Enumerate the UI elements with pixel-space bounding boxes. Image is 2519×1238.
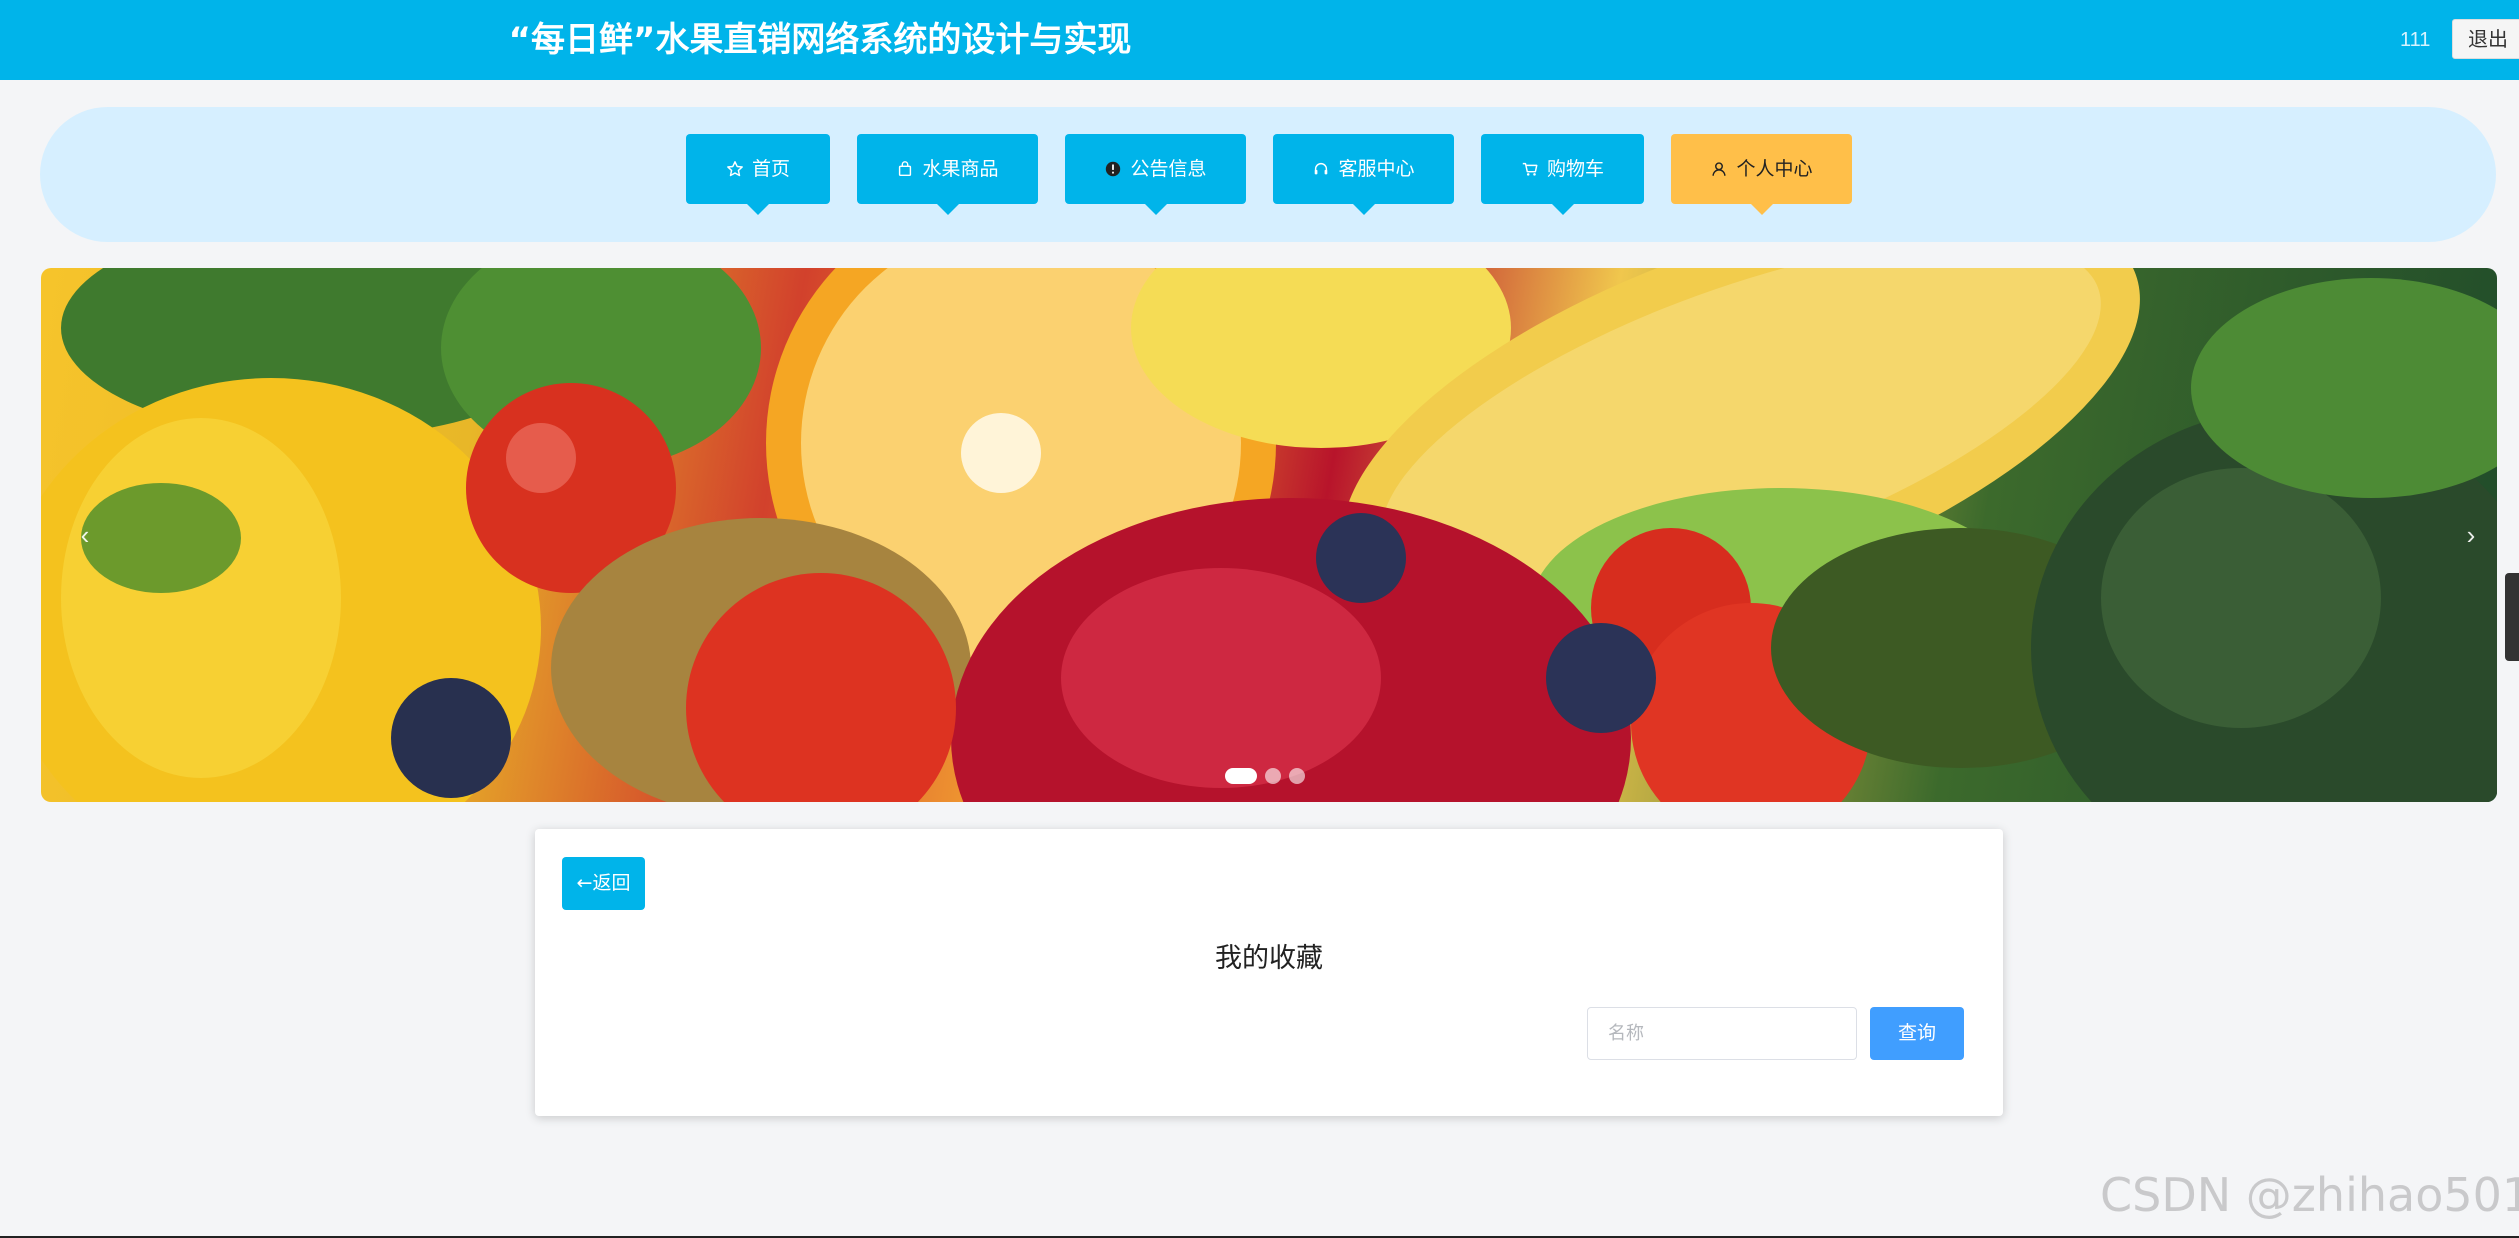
nav-item-label: 客服中心 (1338, 158, 1415, 180)
nav-item-fruit-products[interactable]: 水果商品 (857, 134, 1038, 215)
bag-icon (896, 160, 914, 178)
top-header-bar: “每日鲜”水果直销网络系统的设计与实现 111 退出 (0, 0, 2519, 80)
nav-item-label: 公告信息 (1130, 158, 1207, 180)
nav-item-label: 水果商品 (922, 158, 999, 180)
logout-button[interactable]: 退出 (2452, 19, 2519, 59)
nav-item-personal-center[interactable]: 个人中心 (1671, 134, 1852, 215)
cart-icon (1521, 160, 1539, 178)
side-scroll-tab[interactable] (2505, 573, 2519, 661)
nav-panel (40, 107, 2496, 242)
nav-item-shopping-cart[interactable]: 购物车 (1481, 134, 1644, 215)
info-icon (1104, 160, 1122, 178)
banner-produce-image (41, 268, 2497, 802)
user-name: 111 (2400, 29, 2431, 51)
banner-indicator-1[interactable] (1225, 768, 1257, 784)
watermark: CSDN @zhihao501 (2100, 1168, 2519, 1222)
nav-item-customer-service[interactable]: 客服中心 (1273, 134, 1454, 215)
nav-item-label: 购物车 (1546, 158, 1604, 180)
name-search-input[interactable] (1587, 1007, 1857, 1060)
site-title: “每日鲜”水果直销网络系统的设计与实现 (508, 20, 1132, 60)
user-icon (1710, 160, 1728, 178)
banner-indicators (1225, 766, 1305, 786)
banner-carousel[interactable]: ‹ › (41, 268, 2497, 802)
banner-indicator-2[interactable] (1265, 768, 1281, 784)
banner-indicator-3[interactable] (1289, 768, 1305, 784)
banner-next-arrow[interactable]: › (2451, 515, 2491, 555)
back-button[interactable]: ←返回 (562, 857, 645, 910)
nav-item-announcements[interactable]: 公告信息 (1065, 134, 1246, 215)
nav-item-home[interactable]: 首页 (686, 134, 830, 215)
banner-prev-arrow[interactable]: ‹ (65, 515, 105, 555)
favorites-card: ←返回 我的收藏 查询 (535, 829, 2003, 1116)
star-icon (726, 160, 744, 178)
nav-item-label: 个人中心 (1736, 158, 1813, 180)
search-button[interactable]: 查询 (1870, 1007, 1964, 1060)
nav-item-label: 首页 (751, 158, 790, 180)
page-title: 我的收藏 (1215, 943, 1323, 974)
headset-icon (1312, 160, 1330, 178)
